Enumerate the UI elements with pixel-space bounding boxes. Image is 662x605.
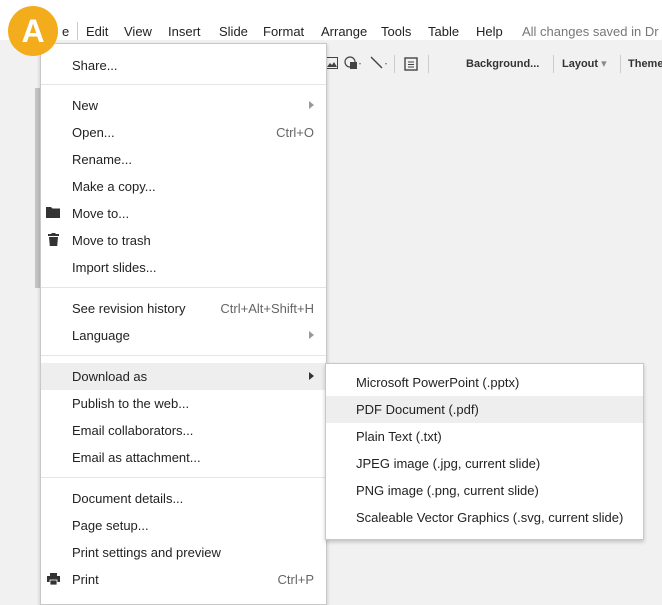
menu-item-email-attachment[interactable]: Email as attachment... xyxy=(41,444,326,471)
download-option-pptx[interactable]: Microsoft PowerPoint (.pptx) xyxy=(326,369,643,396)
menu-item-label: Plain Text (.txt) xyxy=(356,429,442,444)
menu-separator xyxy=(41,84,326,85)
menu-item-label: PDF Document (.pdf) xyxy=(356,402,479,417)
menu-item-label: Print xyxy=(72,572,99,587)
menu-item-label: New xyxy=(72,98,99,113)
menu-item-label: Move to... xyxy=(72,206,130,221)
comment-icon[interactable] xyxy=(403,56,419,75)
menu-item-label: Page setup... xyxy=(72,518,149,533)
menu-separator xyxy=(41,355,326,356)
menu-bar: e Edit View Insert Slide Format Arrange … xyxy=(0,0,662,40)
layout-label: Layout xyxy=(562,58,599,70)
menu-tools[interactable]: Tools xyxy=(381,24,411,39)
shortcut-label: Ctrl+P xyxy=(277,572,314,587)
menu-divider xyxy=(77,22,78,40)
shortcut-label: Ctrl+O xyxy=(276,125,314,140)
menu-slide[interactable]: Slide xyxy=(219,24,248,39)
menu-view[interactable]: View xyxy=(124,24,152,39)
download-option-png[interactable]: PNG image (.png, current slide) xyxy=(326,477,643,504)
menu-item-label: Move to trash xyxy=(72,233,151,248)
download-submenu: Microsoft PowerPoint (.pptx) PDF Documen… xyxy=(325,363,644,540)
menu-item-label: Microsoft PowerPoint (.pptx) xyxy=(356,375,520,390)
chevron-down-icon: ▾ xyxy=(601,58,607,70)
shortcut-label: Ctrl+Alt+Shift+H xyxy=(220,301,314,316)
menu-item-rename[interactable]: Rename... xyxy=(41,146,326,173)
menu-edit[interactable]: Edit xyxy=(86,24,108,39)
menu-insert[interactable]: Insert xyxy=(168,24,201,39)
menu-item-document-details[interactable]: Document details... xyxy=(41,485,326,512)
menu-separator xyxy=(41,287,326,288)
save-status: All changes saved in Dr xyxy=(522,24,659,39)
toolbar-divider xyxy=(428,55,429,73)
menu-item-share[interactable]: Share... xyxy=(41,52,326,79)
menu-item-label: Open... xyxy=(72,125,115,140)
menu-item-label: JPEG image (.jpg, current slide) xyxy=(356,456,541,471)
menu-item-make-copy[interactable]: Make a copy... xyxy=(41,173,326,200)
menu-item-print[interactable]: Print Ctrl+P xyxy=(41,566,326,593)
menu-separator xyxy=(41,477,326,478)
menu-item-import-slides[interactable]: Import slides... xyxy=(41,254,326,281)
image-icon[interactable] xyxy=(326,57,338,72)
menu-item-download-as[interactable]: Download as xyxy=(41,363,326,390)
menu-item-label: Rename... xyxy=(72,152,132,167)
download-option-svg[interactable]: Scaleable Vector Graphics (.svg, current… xyxy=(326,504,643,531)
submenu-arrow-icon xyxy=(309,372,314,380)
menu-item-new[interactable]: New xyxy=(41,92,326,119)
menu-item-label: Language xyxy=(72,328,130,343)
toolbar-divider xyxy=(394,55,395,73)
menu-item-move-to-trash[interactable]: Move to trash xyxy=(41,227,326,254)
folder-icon xyxy=(46,206,60,221)
menu-item-open[interactable]: Open... Ctrl+O xyxy=(41,119,326,146)
menu-item-label: Import slides... xyxy=(72,260,157,275)
menu-item-label: Print settings and preview xyxy=(72,545,221,560)
printer-icon xyxy=(47,573,60,588)
layout-button[interactable]: Layout ▾ xyxy=(556,51,613,77)
menu-item-publish[interactable]: Publish to the web... xyxy=(41,390,326,417)
menu-item-label: Scaleable Vector Graphics (.svg, current… xyxy=(356,510,624,525)
step-badge: A xyxy=(8,6,58,56)
menu-item-label: Share... xyxy=(72,58,118,73)
download-option-jpg[interactable]: JPEG image (.jpg, current slide) xyxy=(326,450,643,477)
menu-item-label: PNG image (.png, current slide) xyxy=(356,483,539,498)
trash-icon xyxy=(48,233,59,249)
file-menu: Share... New Open... Ctrl+O Rename... Ma… xyxy=(40,43,327,605)
menu-item-move-to[interactable]: Move to... xyxy=(41,200,326,227)
menu-item-label: Make a copy... xyxy=(72,179,156,194)
menu-file[interactable]: e xyxy=(62,24,69,39)
shape-icon[interactable] xyxy=(343,55,363,74)
toolbar-divider xyxy=(553,55,554,73)
download-option-pdf[interactable]: PDF Document (.pdf) xyxy=(326,396,643,423)
toolbar-divider xyxy=(620,55,621,73)
menu-item-revision-history[interactable]: See revision history Ctrl+Alt+Shift+H xyxy=(41,295,326,322)
menu-item-label: Download as xyxy=(72,369,148,384)
menu-arrange[interactable]: Arrange xyxy=(321,24,367,39)
menu-item-language[interactable]: Language xyxy=(41,322,326,349)
submenu-arrow-icon xyxy=(309,101,314,109)
menu-item-print-settings[interactable]: Print settings and preview xyxy=(41,539,326,566)
background-button[interactable]: Background... xyxy=(460,51,545,77)
menu-item-label: See revision history xyxy=(72,301,186,316)
menu-item-label: Document details... xyxy=(72,491,184,506)
menu-item-email-collaborators[interactable]: Email collaborators... xyxy=(41,417,326,444)
menu-item-label: Email as attachment... xyxy=(72,450,201,465)
menu-table[interactable]: Table xyxy=(428,24,459,39)
menu-item-label: Publish to the web... xyxy=(72,396,190,411)
line-icon[interactable] xyxy=(369,55,389,74)
theme-button[interactable]: Theme xyxy=(622,51,662,77)
menu-item-page-setup[interactable]: Page setup... xyxy=(41,512,326,539)
submenu-arrow-icon xyxy=(309,331,314,339)
menu-help[interactable]: Help xyxy=(476,24,503,39)
menu-item-label: Email collaborators... xyxy=(72,423,194,438)
menu-format[interactable]: Format xyxy=(263,24,304,39)
download-option-txt[interactable]: Plain Text (.txt) xyxy=(326,423,643,450)
